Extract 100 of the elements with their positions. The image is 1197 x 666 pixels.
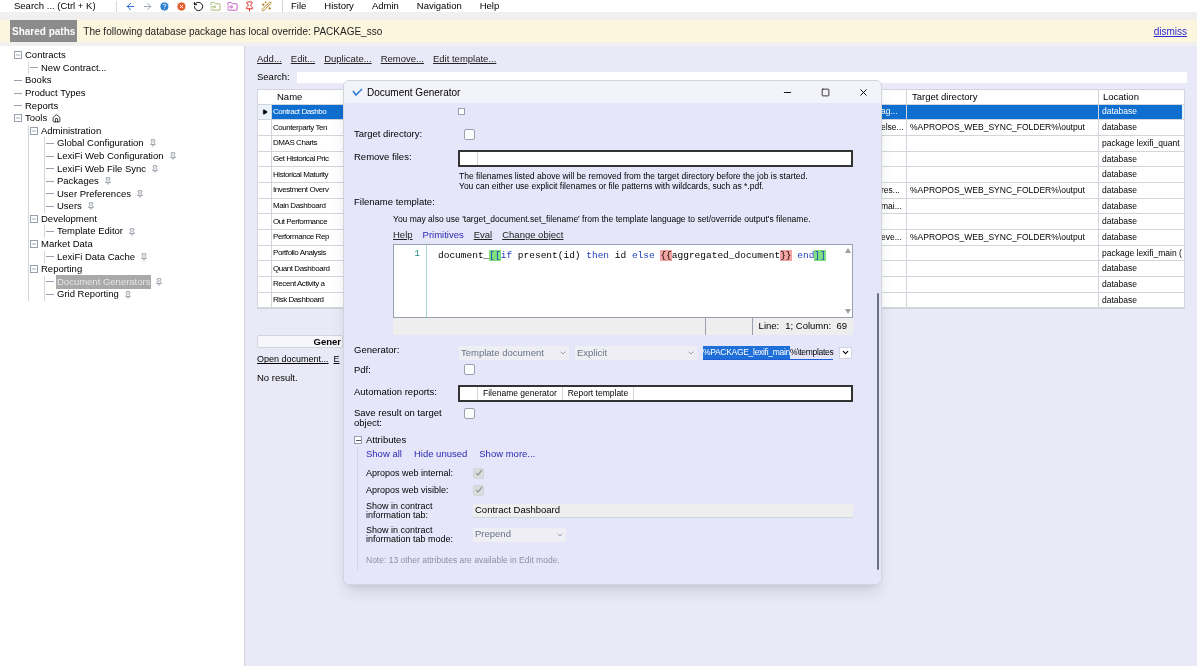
table-cell: %APROPOS_WEB_SYNC_FOLDER%\output <box>910 230 1085 244</box>
table-cell: database <box>1102 215 1137 229</box>
table-cell: else... <box>881 121 904 134</box>
back-arrow-icon[interactable] <box>125 0 136 12</box>
checkbox[interactable] <box>473 467 484 479</box>
forward-arrow-icon[interactable] <box>142 0 153 12</box>
wand-icon[interactable] <box>261 0 272 12</box>
action-link[interactable]: Remove... <box>380 52 424 67</box>
collapse-toggle[interactable] <box>30 265 38 274</box>
field-label: Apropos web visible: <box>366 485 450 495</box>
tree-item[interactable]: LexiFi Data Cache <box>56 249 137 264</box>
tree-item[interactable]: Packages <box>56 174 100 189</box>
mode-dropdown[interactable]: Prepend <box>473 527 566 542</box>
menu-item[interactable]: Navigation <box>416 0 462 14</box>
tree-item[interactable]: Product Types <box>24 85 87 101</box>
collapse-toggle[interactable] <box>30 215 38 223</box>
column-header[interactable]: Filename generator <box>478 387 563 400</box>
checkbox[interactable] <box>464 408 475 419</box>
action-link[interactable]: Duplicate... <box>324 52 372 67</box>
tree-item[interactable]: Grid Reporting <box>56 287 120 302</box>
link[interactable]: Change object <box>502 227 564 242</box>
table-cell: mai... <box>881 199 902 213</box>
tree-item[interactable]: Market Data <box>40 237 94 252</box>
checkmark-logo-icon <box>352 87 363 97</box>
tree-item[interactable]: Contracts <box>24 48 67 63</box>
link[interactable]: Hide unused <box>413 447 468 462</box>
maximize-icon[interactable] <box>821 87 830 97</box>
tree-item[interactable]: Reports <box>24 98 60 113</box>
remove-files-list[interactable] <box>458 149 853 167</box>
collapse-toggle[interactable] <box>14 114 22 123</box>
table-cell: %APROPOS_WEB_SYNC_FOLDER%\output <box>910 121 1085 134</box>
table-cell-text: DMAS Charts <box>272 137 318 150</box>
scroll-up-icon[interactable] <box>844 247 851 253</box>
table-cell-text: Quant Dashboard <box>272 262 331 275</box>
collapse-icon[interactable] <box>458 108 465 115</box>
column-header[interactable]: Target directory <box>906 89 1098 104</box>
tree-item[interactable]: Books <box>24 73 53 88</box>
action-link[interactable]: Add... <box>257 52 282 67</box>
checkbox[interactable] <box>464 364 475 376</box>
generator-type-dropdown[interactable]: Template document <box>459 345 569 360</box>
checkbox[interactable] <box>473 484 484 496</box>
table-cell: database <box>1102 121 1137 134</box>
menu-item[interactable]: File <box>291 0 307 14</box>
tree-item[interactable]: Administration <box>40 123 103 138</box>
link[interactable]: Open document... <box>257 353 329 367</box>
text-field[interactable]: Contract Dashboard <box>473 503 853 518</box>
field-label: Target directory: <box>354 127 424 142</box>
table-cell-text: Out Performance <box>272 215 329 228</box>
column-header[interactable]: Report template <box>562 387 635 400</box>
table-cell-text: Portfolio Analysis <box>272 247 327 260</box>
code-editor[interactable]: 1 document_[[if present(id) then id else {{aggregated_document}} end]] <box>393 243 853 318</box>
action-link[interactable]: Edit... <box>290 52 316 67</box>
tree-item[interactable]: New Contract... <box>40 60 108 75</box>
tree-item[interactable]: Global Configuration <box>56 136 145 151</box>
tree-item[interactable]: Template Editor <box>56 224 124 239</box>
field-label: Remove files: <box>354 149 413 164</box>
column-header[interactable]: Location <box>1098 89 1182 104</box>
close-icon[interactable] <box>858 86 869 98</box>
result-text: No result. <box>257 370 299 385</box>
link[interactable]: Primitives <box>422 227 464 242</box>
scroll-down-icon[interactable] <box>844 308 851 314</box>
tree-item[interactable]: LexiFi Web Configuration <box>56 148 165 164</box>
link[interactable]: Show more... <box>479 447 536 462</box>
menu-item[interactable]: Help <box>479 0 500 14</box>
generator-mode-dropdown[interactable]: Explicit <box>575 345 697 360</box>
table-cell: package lexifi_main ( <box>1102 246 1182 260</box>
export-icon[interactable] <box>227 0 238 12</box>
collapse-toggle[interactable] <box>354 436 362 445</box>
field-label: Generator: <box>354 342 401 357</box>
field-label: Show in contract information tab: <box>366 501 434 520</box>
checkbox[interactable] <box>464 128 475 140</box>
dismiss-link[interactable]: dismiss <box>1153 23 1187 39</box>
link[interactable]: Help <box>393 227 413 242</box>
menu-item[interactable]: Admin <box>371 0 399 14</box>
column-header[interactable]: Name <box>272 89 343 104</box>
collapse-toggle[interactable] <box>30 126 38 135</box>
action-link[interactable]: Edit template... <box>432 52 497 67</box>
collapse-toggle[interactable] <box>30 240 38 249</box>
link[interactable]: Eval <box>473 227 493 242</box>
tree-item[interactable]: Development <box>40 211 98 227</box>
minus-icon <box>31 216 37 222</box>
refresh-icon[interactable] <box>193 0 204 12</box>
field-label: Pdf: <box>354 362 372 377</box>
generate-button[interactable]: Gener <box>257 335 343 349</box>
help-icon[interactable] <box>159 0 170 12</box>
tree-item[interactable]: Tools <box>24 111 49 126</box>
pin-icon[interactable] <box>244 0 255 12</box>
close-circle-icon[interactable] <box>176 0 187 12</box>
link[interactable]: E <box>333 353 340 367</box>
tree-item[interactable]: Reporting <box>40 262 84 277</box>
dropdown-button[interactable] <box>839 346 853 359</box>
collapse-toggle[interactable] <box>14 51 22 60</box>
tree-item[interactable]: LexiFi Web File Sync <box>56 161 148 176</box>
tree-item[interactable]: Users <box>56 199 83 214</box>
import-icon[interactable] <box>210 0 221 12</box>
search-field[interactable]: Search ... (Ctrl + K) <box>14 0 106 14</box>
menu-item[interactable]: History <box>324 0 354 14</box>
link[interactable]: Show all <box>366 447 402 462</box>
tree-item[interactable]: User Preferences <box>56 186 132 201</box>
field-label: Apropos web internal: <box>366 468 455 478</box>
